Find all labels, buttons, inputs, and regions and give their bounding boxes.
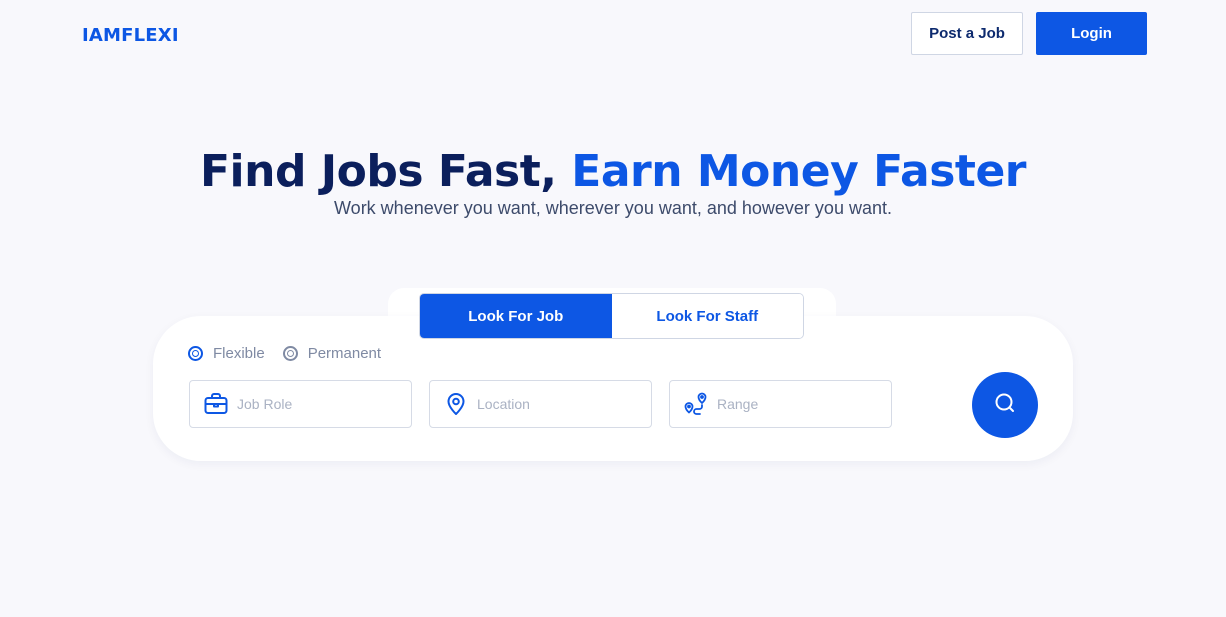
location-field[interactable] (429, 380, 652, 428)
radio-indicator (282, 345, 298, 361)
logo[interactable]: IAMFLEXI (82, 25, 179, 46)
radio-label: Flexible (213, 344, 265, 362)
tab-look-for-job[interactable]: Look For Job (420, 294, 612, 338)
radio-label: Permanent (307, 344, 382, 362)
radio-indicator (188, 345, 203, 361)
hero-title-main: Find Jobs Fast, (199, 146, 572, 197)
job-type-options: Flexible Permanent (188, 343, 399, 363)
job-role-field[interactable] (189, 380, 412, 428)
tab-look-for-staff[interactable]: Look For Staff (611, 294, 803, 338)
map-pin-icon (443, 391, 469, 417)
location-input[interactable] (477, 396, 647, 412)
landing-page: IAMFLEXI Post a Job Login Find Jobs Fast… (0, 0, 1226, 617)
hero-title: Find Jobs Fast, Earn Money Faster (0, 145, 1226, 199)
job-role-input[interactable] (237, 396, 407, 412)
radio-permanent[interactable]: Permanent (282, 344, 382, 362)
search-icon (993, 391, 1017, 420)
search-button[interactable] (972, 372, 1038, 438)
route-icon (683, 391, 709, 417)
briefcase-icon (203, 391, 229, 417)
radio-flexible[interactable]: Flexible (188, 345, 265, 362)
post-job-button[interactable]: Post a Job (911, 12, 1023, 55)
hero-subtitle: Work whenever you want, wherever you wan… (334, 198, 892, 218)
hero-title-accent: Earn Money Faster (571, 146, 1026, 197)
login-button[interactable]: Login (1036, 12, 1147, 55)
range-field[interactable] (669, 380, 892, 428)
search-mode-tabs: Look For Job Look For Staff (419, 293, 804, 339)
range-input[interactable] (717, 396, 887, 412)
